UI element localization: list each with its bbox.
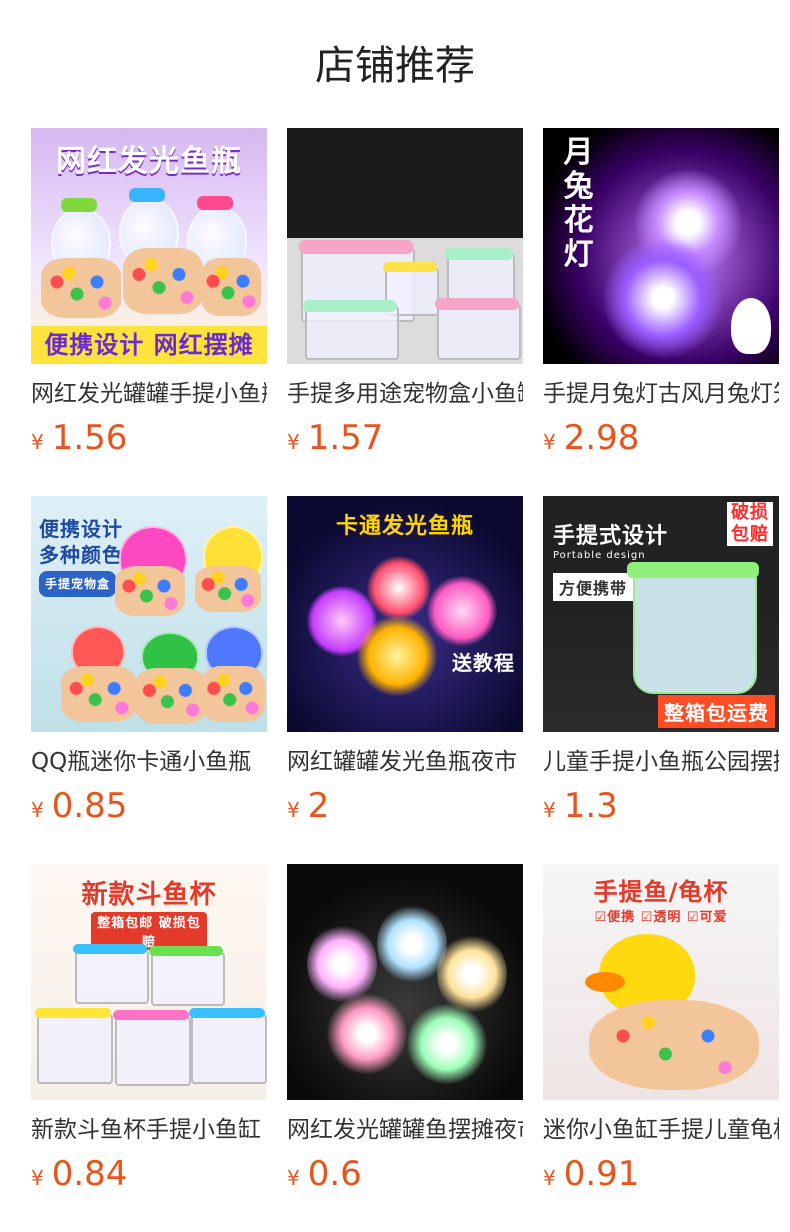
image-caption: ☑便携 ☑透明 ☑可爱: [594, 910, 728, 925]
image-caption: 破损包赔: [727, 502, 773, 546]
currency-symbol: ¥: [543, 798, 556, 822]
section-title: 店铺推荐: [315, 43, 475, 89]
product-image[interactable]: 手提鱼/龟杯 ☑便携 ☑透明 ☑可爱: [543, 864, 779, 1100]
product-name[interactable]: 迷你小鱼缸手提儿童龟杯: [543, 1114, 779, 1146]
product-image[interactable]: 月兔花灯: [543, 128, 779, 364]
product-card[interactable]: 手提多用途宠物盒小鱼缸 ¥1.57: [287, 128, 523, 464]
product-name[interactable]: 网红发光罐罐鱼摆摊夜市: [287, 1114, 523, 1146]
image-caption: 网红发光鱼瓶: [56, 144, 242, 179]
product-price: ¥1.56: [31, 418, 267, 464]
image-caption: 手提鱼/龟杯: [593, 878, 729, 906]
product-name[interactable]: 手提多用途宠物盒小鱼缸: [287, 378, 523, 410]
product-name[interactable]: 网红罐罐发光鱼瓶夜市: [287, 746, 523, 778]
image-caption: 月兔花灯: [563, 135, 595, 272]
price-value: 0.6: [307, 1154, 362, 1194]
product-price: ¥1.57: [287, 418, 523, 464]
product-card[interactable]: 网红发光罐罐鱼摆摊夜市 ¥0.6: [287, 864, 523, 1200]
image-caption: 便携设计 网红摆摊: [31, 326, 267, 364]
image-caption: 新款斗鱼杯: [81, 880, 217, 910]
product-name[interactable]: 网红发光罐罐手提小鱼瓶: [31, 378, 267, 410]
product-image[interactable]: 卡通发光鱼瓶 送教程: [287, 496, 523, 732]
product-card[interactable]: 网红发光鱼瓶 便携设计 网红摆摊 网红发光罐罐手提小鱼瓶 ¥1.56: [31, 128, 267, 464]
product-image[interactable]: [287, 864, 523, 1100]
product-name[interactable]: 儿童手提小鱼瓶公园摆摊: [543, 746, 779, 778]
currency-symbol: ¥: [31, 430, 44, 454]
product-image[interactable]: 便携设计 多种颜色 手提宠物盒: [31, 496, 267, 732]
currency-symbol: ¥: [543, 430, 556, 454]
product-card[interactable]: 手提式设计 Portable design 方便携带 破损包赔 整箱包运费 儿童…: [543, 496, 779, 832]
product-card[interactable]: 月兔花灯 手提月兔灯古风月兔灯笼 ¥2.98: [543, 128, 779, 464]
product-image[interactable]: 手提式设计 Portable design 方便携带 破损包赔 整箱包运费: [543, 496, 779, 732]
price-value: 2: [307, 786, 330, 826]
product-card[interactable]: 手提鱼/龟杯 ☑便携 ☑透明 ☑可爱 迷你小鱼缸手提儿童龟杯 ¥0.91: [543, 864, 779, 1200]
product-name[interactable]: QQ瓶迷你卡通小鱼瓶: [31, 746, 267, 778]
image-caption: 卡通发光鱼瓶: [335, 514, 474, 539]
product-price: ¥2: [287, 786, 523, 832]
price-value: 0.85: [51, 786, 128, 826]
product-price: ¥1.3: [543, 786, 779, 832]
product-price: ¥0.84: [31, 1154, 267, 1200]
product-price: ¥0.91: [543, 1154, 779, 1200]
price-value: 0.84: [51, 1154, 128, 1194]
currency-symbol: ¥: [287, 798, 300, 822]
product-price: ¥2.98: [543, 418, 779, 464]
product-image[interactable]: 新款斗鱼杯 整箱包邮 破损包赔: [31, 864, 267, 1100]
currency-symbol: ¥: [543, 1166, 556, 1190]
price-value: 1.56: [51, 418, 128, 458]
price-value: 1.3: [563, 786, 618, 826]
image-caption: 送教程: [452, 651, 515, 675]
price-value: 0.91: [563, 1154, 640, 1194]
product-price: ¥0.6: [287, 1154, 523, 1200]
product-name[interactable]: 手提月兔灯古风月兔灯笼: [543, 378, 779, 410]
product-card[interactable]: 卡通发光鱼瓶 送教程 网红罐罐发光鱼瓶夜市 ¥2: [287, 496, 523, 832]
product-name[interactable]: 新款斗鱼杯手提小鱼缸: [31, 1114, 267, 1146]
product-price: ¥0.85: [31, 786, 267, 832]
currency-symbol: ¥: [31, 1166, 44, 1190]
price-value: 2.98: [563, 418, 640, 458]
product-card[interactable]: 新款斗鱼杯 整箱包邮 破损包赔 新款斗鱼杯手提小鱼缸 ¥0.84: [31, 864, 267, 1200]
product-image[interactable]: 网红发光鱼瓶 便携设计 网红摆摊: [31, 128, 267, 364]
product-image[interactable]: [287, 128, 523, 364]
currency-symbol: ¥: [31, 798, 44, 822]
image-caption: 便携设计 多种颜色 手提宠物盒: [39, 516, 123, 597]
recommendation-page: 店铺推荐 网红发光鱼瓶 便携设计 网红摆摊 网红发光罐罐手提小鱼瓶 ¥1.56: [0, 0, 790, 1232]
price-value: 1.57: [307, 418, 384, 458]
currency-symbol: ¥: [287, 430, 300, 454]
product-card[interactable]: 便携设计 多种颜色 手提宠物盒 QQ瓶迷你卡通小鱼瓶 ¥0.85: [31, 496, 267, 832]
currency-symbol: ¥: [287, 1166, 300, 1190]
image-caption: 整箱包运费: [658, 695, 775, 728]
